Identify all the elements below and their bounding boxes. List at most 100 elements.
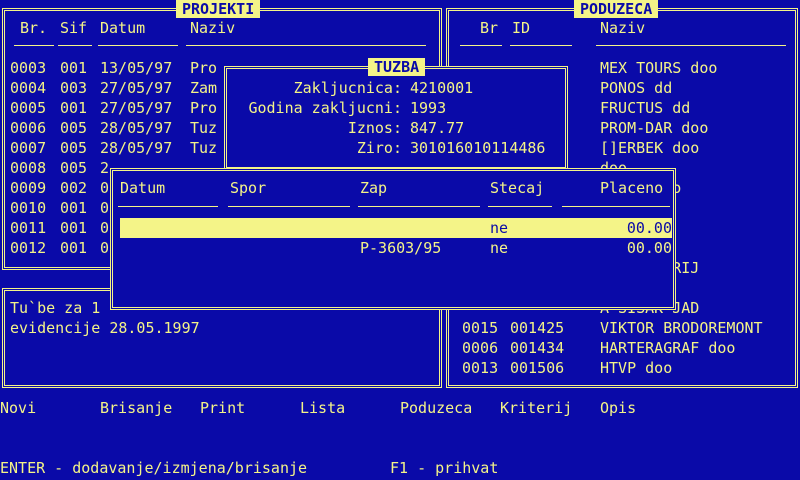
projekti-cell: 0008 <box>10 159 47 177</box>
poduzeca-list-item[interactable]: PONOS dd <box>600 78 672 98</box>
tuzba-title: TUZBA <box>368 58 426 76</box>
projekti-header-naziv: Naziv <box>190 19 236 37</box>
menu-item-brisanje[interactable]: Brisanje <box>100 398 172 418</box>
projekti-cell: 2 <box>100 159 110 177</box>
projekti-cell: 28/05/97 <box>100 139 173 157</box>
projekti-cell: 0010 <box>10 199 47 217</box>
projekti-header-datum: Datum <box>100 19 146 37</box>
projekti-cell: 0009 <box>10 179 47 197</box>
detail-cell-stecaj: ne <box>490 218 509 238</box>
projekti-cell: 005 <box>60 139 88 157</box>
poduzeca-title: PODUZECA <box>574 0 659 18</box>
detail-cell-stecaj: ne <box>490 239 509 257</box>
projekti-cell: 002 <box>60 179 88 197</box>
projekti-cell: 0012 <box>10 239 47 257</box>
poduzeca-row-br[interactable]: 0015 <box>462 318 498 338</box>
poduzeca-header-underline <box>596 45 786 46</box>
projekti-header-br: Br. <box>20 19 48 37</box>
detail-cell-placeno: 00.00 <box>626 218 672 238</box>
projekti-cell: 001 <box>60 59 88 77</box>
projekti-cell: 0003 <box>10 59 47 77</box>
status-enter-hint: ENTER - dodavanje/izmjena/brisanje <box>0 459 308 477</box>
projekti-header-underline <box>98 45 178 46</box>
detail-header-underline <box>228 206 350 207</box>
detail-row-selected[interactable] <box>120 218 672 238</box>
poduzeca-row-naziv: HARTERAGRAF doo <box>600 339 736 357</box>
poduzeca-list-item[interactable]: PROM-DAR doo <box>600 118 708 138</box>
note-line-1: Tu`be za 1 <box>10 299 101 317</box>
poduzeca-header-naziv: Naziv <box>600 19 646 37</box>
projekti-cell: 001 <box>60 219 88 237</box>
menu-item-kriterij[interactable]: Kriterij <box>500 398 572 418</box>
projekti-cell: 001 <box>60 99 88 117</box>
detail-header-spor: Spor <box>230 179 267 197</box>
tuzba-field-value[interactable]: 1993 <box>410 98 446 118</box>
poduzeca-header-underline <box>510 45 572 46</box>
poduzeca-header-br: Br <box>480 19 499 37</box>
poduzeca-row-id: 001425 <box>510 319 565 337</box>
tuzba-field-value[interactable]: 301016010114486 <box>410 138 545 158</box>
projekti-cell: 001 <box>60 199 88 217</box>
detail-header-zap: Zap <box>360 179 388 197</box>
projekti-cell: 0005 <box>10 99 47 117</box>
detail-cell-placeno: 00.00 <box>626 239 672 257</box>
projekti-cell: 27/05/97 <box>100 99 173 117</box>
projekti-cell: 001 <box>60 239 88 257</box>
projekti-header-sif: Sif <box>60 19 88 37</box>
poduzeca-row-br[interactable]: 0006 <box>462 338 498 358</box>
tuzba-field-label: Zakljucnica: <box>293 79 402 97</box>
detail-header-placeno: Placeno <box>600 179 664 197</box>
poduzeca-list-item[interactable]: []ERBEK doo <box>600 138 699 158</box>
poduzeca-row-naziv: HTVP doo <box>600 359 673 377</box>
detail-header-underline <box>562 206 670 207</box>
menu-item-print[interactable]: Print <box>200 398 245 418</box>
menu-item-opis[interactable]: Opis <box>600 398 636 418</box>
tuzba-field-label: Godina zakljucni: <box>248 99 402 117</box>
poduzeca-list-item[interactable]: MEX TOURS doo <box>600 58 717 78</box>
menu-item-novi[interactable]: Novi <box>0 398 36 418</box>
projekti-header-underline <box>58 45 92 46</box>
projekti-cell: 0 <box>100 239 110 257</box>
projekti-cell: Pro <box>190 59 218 77</box>
poduzeca-row-id: 001434 <box>510 339 565 357</box>
projekti-cell: 13/05/97 <box>100 59 173 77</box>
projekti-cell: 003 <box>60 79 88 97</box>
detail-header-underline <box>358 206 480 207</box>
projekti-cell: 0004 <box>10 79 47 97</box>
detail-header-datum: Datum <box>120 179 166 197</box>
tuzba-field-label: Iznos: <box>347 119 402 137</box>
menu-item-lista[interactable]: Lista <box>300 398 345 418</box>
projekti-title: PROJEKTI <box>176 0 261 18</box>
poduzeca-list-item[interactable]: FRUCTUS dd <box>600 98 690 118</box>
tuzba-field-label: Ziro: <box>356 139 402 157</box>
projekti-cell: Tuz <box>190 139 218 157</box>
projekti-cell: 0 <box>100 199 110 217</box>
detail-header-underline <box>488 206 552 207</box>
poduzeca-row-naziv: VIKTOR BRODOREMONT <box>600 319 763 337</box>
poduzeca-row-br[interactable]: 0013 <box>462 358 498 378</box>
detail-header-stecaj: Stecaj <box>490 179 545 197</box>
tuzba-field-value[interactable]: 847.77 <box>410 118 464 138</box>
projekti-cell: 27/05/97 <box>100 79 173 97</box>
projekti-cell: Tuz <box>190 119 218 137</box>
detail-header-underline <box>118 206 218 207</box>
status-f1-hint: F1 - prihvat <box>390 459 499 477</box>
projekti-cell: Zam <box>190 79 218 97</box>
projekti-cell: 28/05/97 <box>100 119 173 137</box>
projekti-cell: Pro <box>190 99 218 117</box>
projekti-cell: 0007 <box>10 139 47 157</box>
menu-item-poduzeca[interactable]: Poduzeca <box>400 398 472 418</box>
projekti-header-underline <box>14 45 54 46</box>
tuzba-field-value[interactable]: 4210001 <box>410 78 473 98</box>
projekti-cell: 005 <box>60 159 88 177</box>
detail-cell-zap: P-3603/95 <box>360 239 442 257</box>
projekti-cell: 005 <box>60 119 88 137</box>
projekti-cell: 0006 <box>10 119 47 137</box>
poduzeca-header-id: ID <box>512 19 531 37</box>
projekti-cell: 0011 <box>10 219 47 237</box>
note-line-2: evidencije 28.05.1997 <box>10 319 200 337</box>
projekti-cell: 0 <box>100 219 110 237</box>
projekti-header-underline <box>186 45 426 46</box>
poduzeca-row-id: 001506 <box>510 359 565 377</box>
projekti-cell: 0 <box>100 179 110 197</box>
